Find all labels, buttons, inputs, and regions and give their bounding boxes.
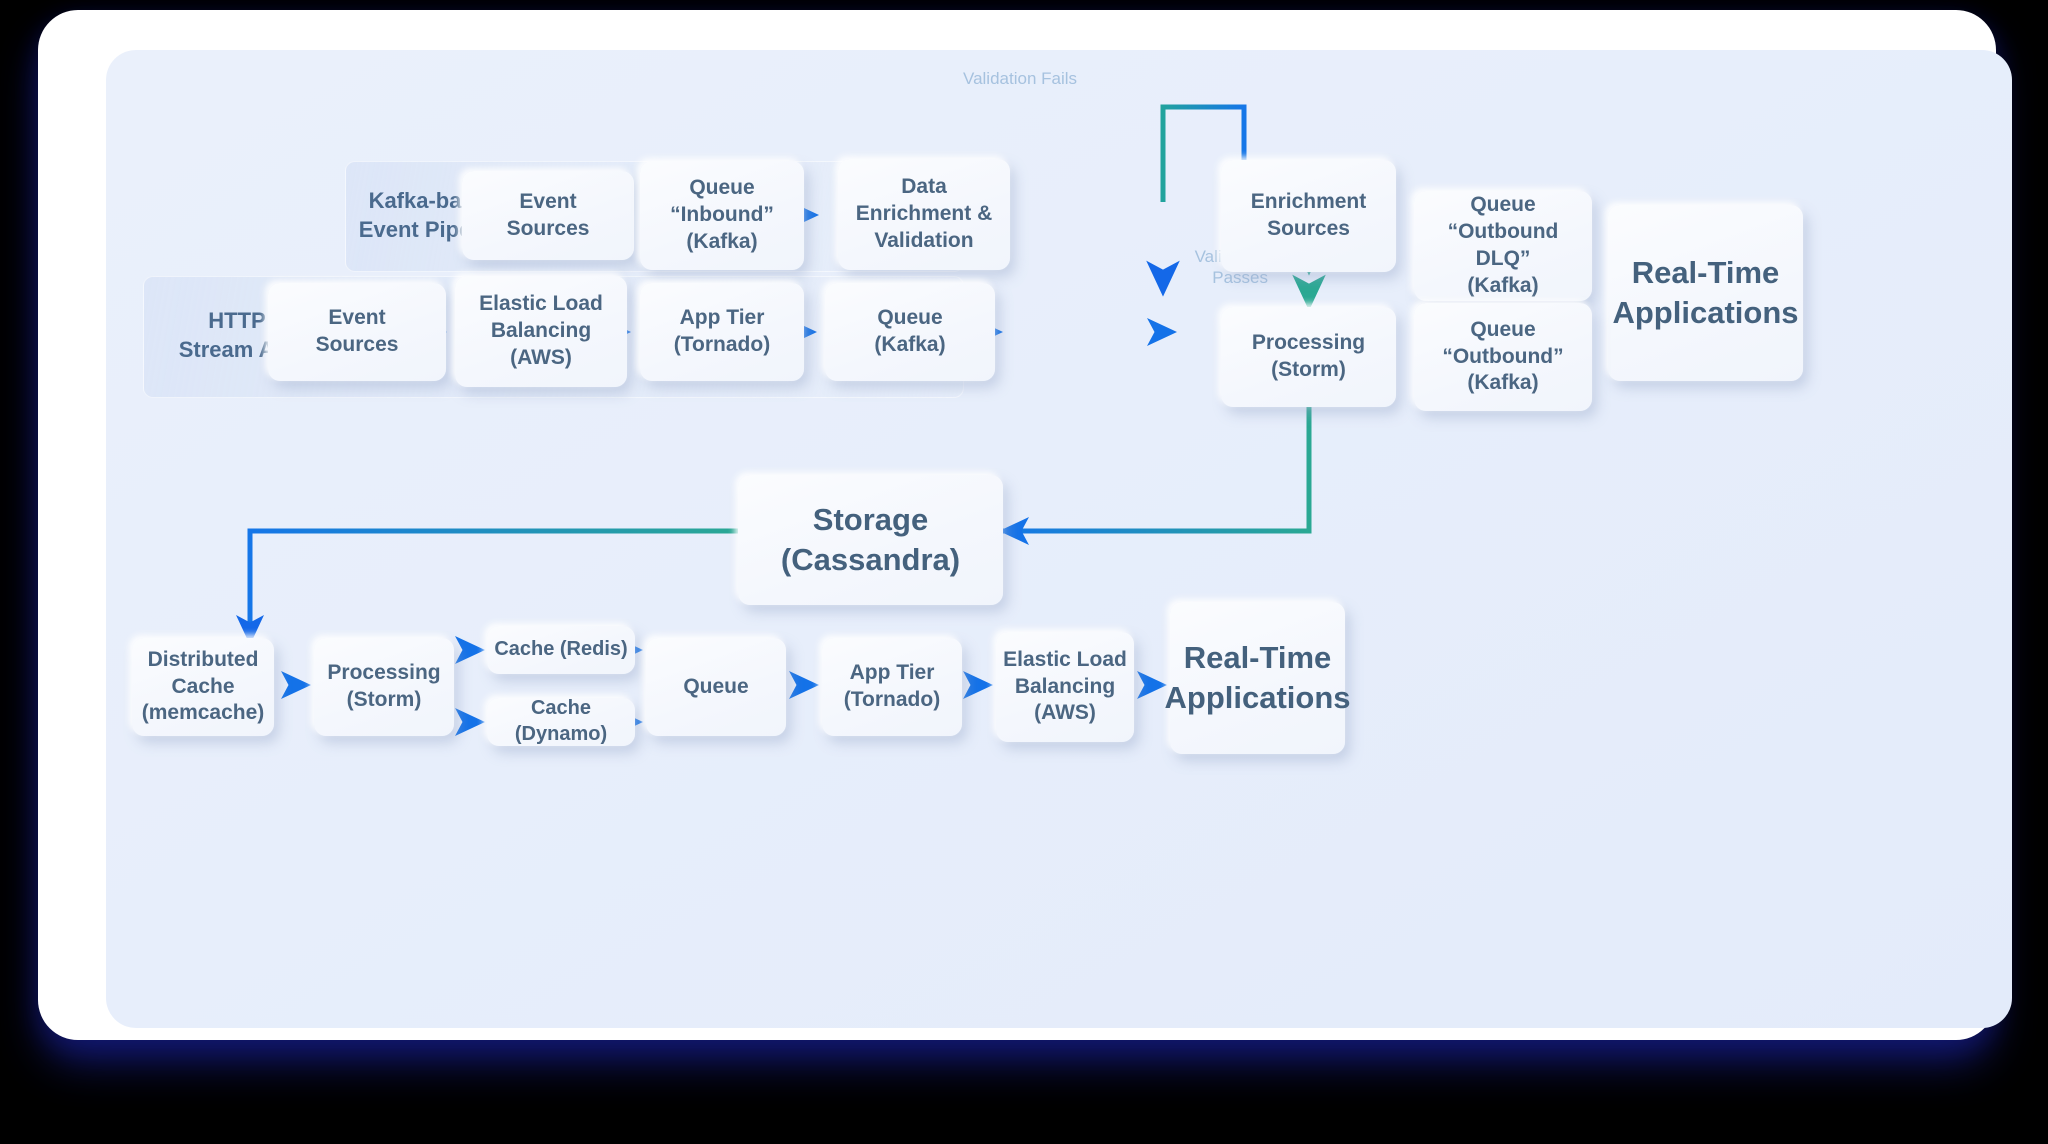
node-distributed-cache-memcache[interactable]: Distributed Cache (memcache): [132, 638, 274, 736]
node-http-event-sources[interactable]: Event Sources: [268, 283, 446, 381]
diagram-root: Kafka-based Event Pipeline HTTP Stream A…: [0, 0, 2048, 1144]
node-elastic-load-balancing-bottom[interactable]: Elastic Load Balancing (AWS): [996, 632, 1134, 742]
node-queue-outbound-dlq[interactable]: Queue “Outbound DLQ” (Kafka): [1414, 191, 1592, 301]
node-queue-outbound[interactable]: Queue “Outbound” (Kafka): [1414, 303, 1592, 411]
node-queue-inbound[interactable]: Queue “Inbound” (Kafka): [640, 161, 804, 270]
node-processing-storm-top[interactable]: Processing (Storm): [1221, 307, 1396, 407]
node-queue-kafka-mid[interactable]: Queue (Kafka): [825, 283, 995, 381]
node-elastic-load-balancing-top[interactable]: Elastic Load Balancing (AWS): [455, 276, 627, 387]
diagram-canvas: Kafka-based Event Pipeline HTTP Stream A…: [106, 50, 2012, 1028]
node-storage-cassandra[interactable]: Storage (Cassandra): [738, 475, 1003, 605]
node-real-time-applications-top[interactable]: Real-Time Applications: [1608, 205, 1803, 381]
node-cache-redis[interactable]: Cache (Redis): [487, 626, 635, 674]
node-queue-bottom[interactable]: Queue: [646, 638, 786, 736]
diagram-card: Kafka-based Event Pipeline HTTP Stream A…: [38, 10, 2012, 1040]
connector-layer: [236, 104, 1348, 736]
node-cache-dynamo[interactable]: Cache (Dynamo): [487, 697, 635, 746]
node-app-tier-tornado-bottom[interactable]: App Tier (Tornado): [822, 638, 962, 736]
edge-label-validation-fails: Validation Fails: [963, 69, 1078, 88]
node-real-time-applications-bottom[interactable]: Real-Time Applications: [1165, 602, 1351, 754]
node-data-enrichment-validation[interactable]: Data Enrichment & Validation: [838, 159, 1010, 270]
node-kafka-event-sources[interactable]: Event Sources: [462, 171, 634, 260]
node-enrichment-sources[interactable]: Enrichment Sources: [1221, 160, 1396, 272]
node-app-tier-tornado-top[interactable]: App Tier (Tornado): [640, 283, 804, 381]
node-processing-storm-bottom[interactable]: Processing (Storm): [314, 638, 454, 736]
